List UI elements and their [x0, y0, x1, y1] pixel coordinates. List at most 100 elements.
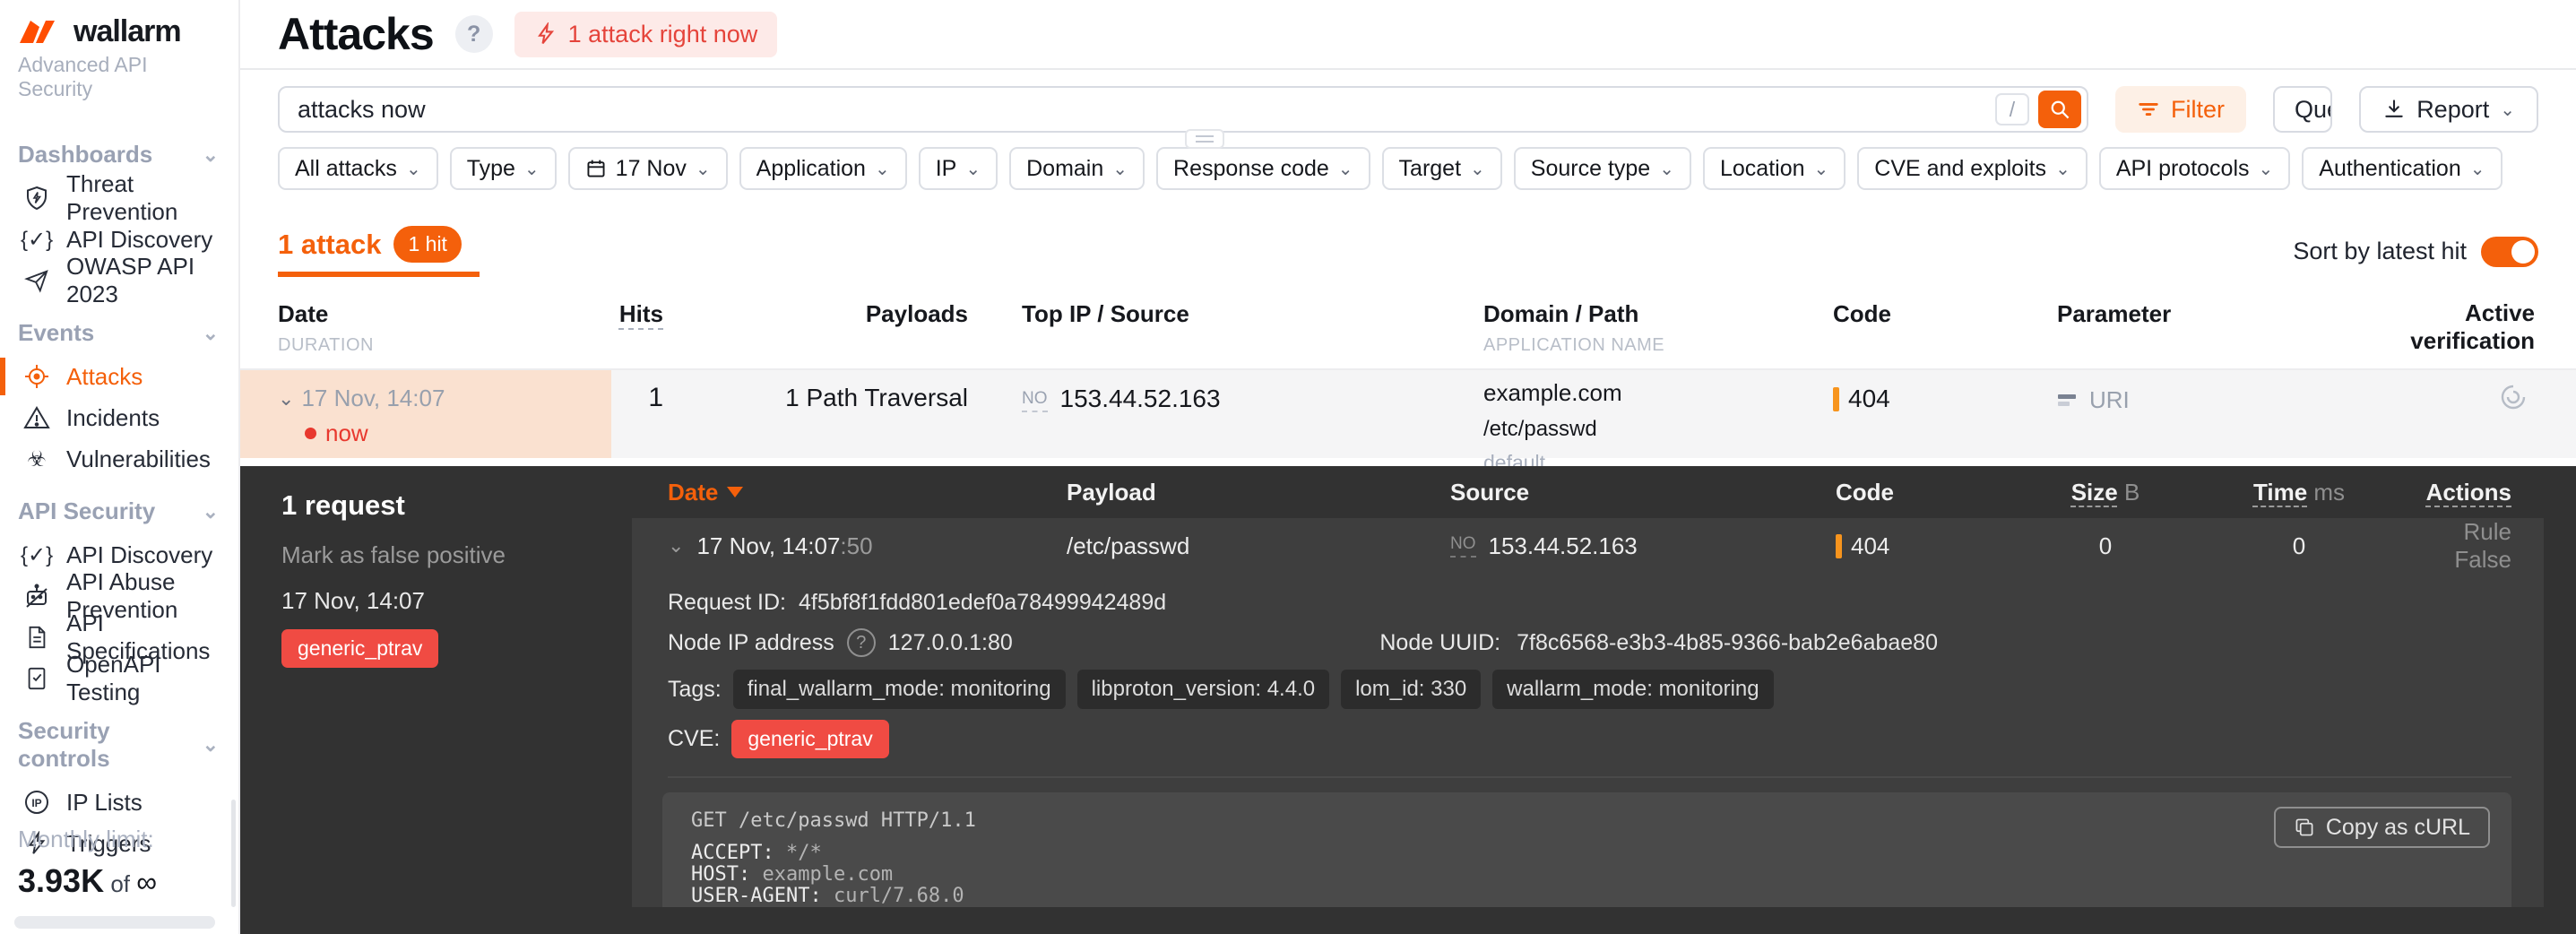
sidebar-nav: Dashboards ⌄ Threat Prevention {✓} API Di…	[0, 132, 238, 864]
filter-chip-date[interactable]: 17 Nov ⌄	[567, 147, 728, 190]
col-active-verification: Active verification	[2410, 299, 2535, 355]
brand-block: wallarm Advanced API Security	[0, 0, 238, 108]
col-parameter: Parameter	[2057, 300, 2172, 327]
attack-payloads: 1 Path Traversal	[785, 384, 968, 411]
help-icon[interactable]: ?	[846, 628, 876, 657]
filter-chip-type[interactable]: Type ⌄	[449, 147, 557, 190]
sort-toggle[interactable]	[2481, 236, 2538, 267]
attack-detail-panel: 1 request Mark as false positive 17 Nov,…	[240, 466, 2576, 934]
sidebar-item-vulnerabilities[interactable]: ☣ Vulnerabilities	[0, 438, 238, 480]
help-icon[interactable]: ?	[454, 15, 493, 53]
request-meta: Request ID: 4f5bf8f1fdd801edef0a78499942…	[632, 572, 2544, 758]
col-actions[interactable]: Actions	[2402, 479, 2511, 506]
tab-attacks-results[interactable]: 1 attack 1 hit	[278, 226, 480, 277]
col-date-sort[interactable]: Date	[668, 479, 1067, 506]
chevron-down-icon[interactable]: ⌄	[278, 387, 294, 411]
nav-section-api-security[interactable]: API Security ⌄	[0, 489, 238, 534]
country-flag-NO[interactable]: NO	[1450, 534, 1476, 558]
attack-domain: example.com	[1483, 379, 1622, 406]
chevron-down-icon: ⌄	[2055, 159, 2070, 179]
sidebar: wallarm Advanced API Security Dashboards…	[0, 0, 240, 934]
monthly-limit-used: 3.93K	[18, 862, 105, 899]
search-input[interactable]	[280, 95, 1995, 124]
attack-type-tag[interactable]: generic_ptrav	[281, 629, 439, 668]
robot-icon	[22, 581, 52, 611]
chevron-down-icon: ⌄	[2469, 159, 2485, 179]
copy-icon	[2294, 817, 2315, 838]
sidebar-scrollbar[interactable]	[231, 800, 236, 907]
attack-now-badge[interactable]: 1 attack right now	[514, 11, 778, 57]
nav-section-events[interactable]: Events ⌄	[0, 310, 238, 356]
filter-chip-location[interactable]: Location ⌄	[1702, 147, 1846, 190]
country-flag-NO[interactable]: NO	[1022, 389, 1048, 412]
sidebar-item-incidents[interactable]: Incidents	[0, 397, 238, 438]
filter-chip-application[interactable]: Application ⌄	[739, 147, 907, 190]
filter-chip-domain[interactable]: Domain ⌄	[1009, 147, 1145, 190]
search-box: /	[278, 86, 2088, 149]
false-action[interactable]: False	[2454, 546, 2511, 573]
sidebar-item-ip-lists[interactable]: IP IP Lists	[0, 782, 238, 823]
cve-tag[interactable]: generic_ptrav	[731, 720, 889, 758]
tag-chip[interactable]: wallarm_mode: monitoring	[1492, 670, 1774, 709]
filter-button[interactable]: Filter	[2115, 86, 2246, 133]
col-duration: DURATION	[278, 335, 374, 355]
sidebar-item-threat-prevention[interactable]: Threat Prevention	[0, 170, 238, 225]
tag-chip[interactable]: final_wallarm_mode: monitoring	[732, 670, 1066, 709]
chevron-down-icon: ⌄	[202, 143, 219, 166]
filter-chip-ip[interactable]: IP ⌄	[918, 147, 998, 190]
collapse-handle[interactable]	[1185, 129, 1224, 149]
request-source-ip: 153.44.52.163	[1488, 532, 1638, 559]
filter-chip-all-attacks[interactable]: All attacks ⌄	[278, 147, 438, 190]
chevron-down-icon: ⌄	[874, 159, 890, 179]
rule-action[interactable]: Rule	[2464, 518, 2511, 545]
request-row[interactable]: ⌄ 17 Nov, 14:07:50 /etc/passwd NO 153.44…	[632, 518, 2544, 573]
sidebar-item-owasp-api-2023[interactable]: OWASP API 2023	[0, 253, 238, 307]
sidebar-item-attacks[interactable]: Attacks	[0, 356, 238, 397]
col-code: Code	[1833, 300, 1891, 327]
report-button[interactable]: Report ⌄	[2359, 86, 2538, 133]
sidebar-item-openapi-testing[interactable]: OpenAPI Testing	[0, 651, 238, 705]
chevron-down-icon: ⌄	[2500, 99, 2515, 120]
mark-false-positive-link[interactable]: Mark as false positive	[281, 541, 632, 569]
nav-section-security-controls[interactable]: Security controls ⌄	[0, 708, 238, 782]
bolt-icon	[534, 22, 558, 46]
attack-code: 404	[1848, 385, 1890, 412]
chevron-down-icon: ⌄	[202, 321, 219, 344]
copy-as-curl-button[interactable]: Copy as cURL	[2273, 807, 2490, 848]
search-toolbar: / Filter Queries ⌄ ☆	[278, 86, 2538, 149]
code-status-bar	[1833, 386, 1839, 411]
filter-chip-cve[interactable]: CVE and exploits ⌄	[1857, 147, 2088, 190]
filter-chip-source-type[interactable]: Source type ⌄	[1513, 147, 1691, 190]
attack-date: 17 Nov, 14:07	[301, 385, 445, 411]
queries-button[interactable]: Queries ⌄	[2275, 88, 2330, 131]
request-line: GET /etc/passwd HTTP/1.1	[691, 809, 976, 832]
chevron-down-icon[interactable]: ⌄	[668, 534, 684, 558]
cve-label: CVE:	[668, 726, 721, 751]
col-time[interactable]: Time ms	[2196, 479, 2402, 506]
hits-badge: 1 hit	[393, 226, 462, 263]
chevron-down-icon: ⌄	[1112, 159, 1128, 179]
request-code: 404	[1851, 532, 1890, 559]
filter-chip-response-code[interactable]: Response code ⌄	[1156, 147, 1370, 190]
tag-chip[interactable]: libproton_version: 4.4.0	[1076, 670, 1330, 709]
col-size[interactable]: Size B	[2015, 479, 2196, 506]
chevron-down-icon: ⌄	[405, 159, 421, 179]
request-id-label: Request ID:	[668, 590, 787, 615]
request-id-value: 4f5bf8f1fdd801edef0a78499942489d	[799, 590, 1167, 615]
filter-chip-authentication[interactable]: Authentication ⌄	[2302, 147, 2503, 190]
results-row: 1 attack 1 hit Sort by latest hit	[278, 226, 2538, 277]
col-hits[interactable]: Hits	[619, 300, 663, 327]
attack-table-row[interactable]: ⌄ 17 Nov, 14:07 now 1 1 Path Traversal N…	[240, 370, 2576, 474]
requests-table: Date Payload Source Code Size B Time ms …	[632, 466, 2544, 934]
page-header: Attacks ? 1 attack right now	[240, 0, 2576, 70]
attack-source-ip: 153.44.52.163	[1059, 385, 1221, 412]
chevron-down-icon: ⌄	[1470, 159, 1485, 179]
tag-chip[interactable]: lom_id: 330	[1341, 670, 1482, 709]
search-button[interactable]	[2038, 91, 2081, 128]
slash-shortcut-hint: /	[1995, 93, 2029, 125]
request-time: 0	[2292, 532, 2306, 559]
ip-circle-icon: IP	[22, 787, 52, 817]
calendar-icon	[585, 158, 607, 179]
filter-chip-target[interactable]: Target ⌄	[1381, 147, 1502, 190]
filter-chip-api-protocols[interactable]: API protocols ⌄	[2098, 147, 2291, 190]
